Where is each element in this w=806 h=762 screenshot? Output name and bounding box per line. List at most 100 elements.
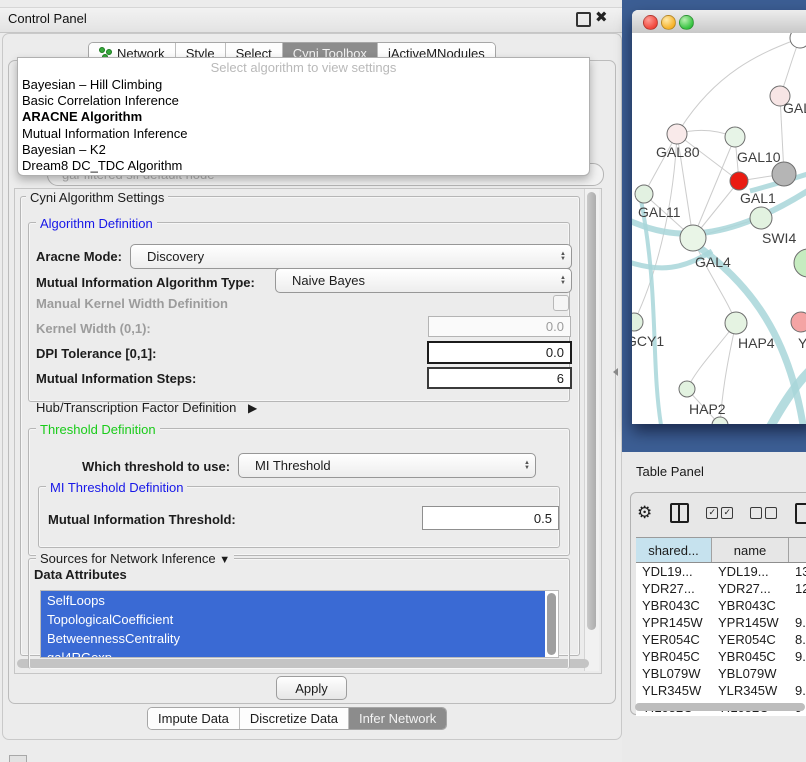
data-attributes-label: Data Attributes xyxy=(34,567,127,582)
mi-threshold-field[interactable]: 0.5 xyxy=(422,506,559,530)
node-label: GAL1 xyxy=(740,190,776,206)
table-cell: 9. xyxy=(789,648,806,665)
panel-splitter-handle[interactable] xyxy=(613,368,618,376)
table-cell: YDL19... xyxy=(636,563,712,580)
node-label: SWI4 xyxy=(762,230,796,246)
table-row[interactable]: YBR045CYBR045C9. xyxy=(636,648,806,665)
data-attributes-list[interactable]: SelfLoopsTopologicalCoefficientBetweenne… xyxy=(40,590,559,658)
attribute-list-item[interactable]: SelfLoops xyxy=(41,591,545,610)
tab-discretize-data[interactable]: Discretize Data xyxy=(240,708,349,729)
mi-type-combobox[interactable]: Naive Bayes ▲▼ xyxy=(275,268,572,293)
network-node[interactable] xyxy=(679,381,695,397)
table-cell: YDL19... xyxy=(712,563,789,580)
aracne-mode-combobox[interactable]: Discovery ▲▼ xyxy=(130,244,572,269)
node-label: GAL80 xyxy=(656,144,700,160)
table-cell: YBR043C xyxy=(636,597,712,614)
minimize-traffic-light-icon[interactable] xyxy=(661,15,676,30)
mi-threshold-label: Mutual Information Threshold: xyxy=(48,512,236,527)
node-label: GAL11 xyxy=(638,204,681,220)
table-column-header[interactable]: name xyxy=(712,538,789,562)
tab-impute-data[interactable]: Impute Data xyxy=(148,708,240,729)
network-node[interactable] xyxy=(791,312,806,332)
network-node[interactable] xyxy=(680,225,706,251)
hub-definition-expander[interactable]: Hub/Transcription Factor Definition ▶ xyxy=(36,400,257,415)
network-node[interactable] xyxy=(790,33,806,48)
which-threshold-combobox[interactable]: MI Threshold ▲▼ xyxy=(238,453,536,478)
settings-vertical-scrollbar[interactable] xyxy=(584,189,599,671)
network-canvas[interactable]: GALGAL80GAL10GAL1SWI4GAL11GAL4GCY1HAP4YH… xyxy=(632,33,806,424)
close-icon[interactable]: ✖ xyxy=(595,8,608,26)
dock-icon[interactable] xyxy=(9,755,27,762)
dropdown-item[interactable]: Dream8 DC_TDC Algorithm xyxy=(18,158,589,174)
sources-expander[interactable]: Sources for Network Inference ▼ xyxy=(36,551,234,566)
table-cell: 8. xyxy=(789,631,806,648)
table-row[interactable]: YER054CYER054C8. xyxy=(636,631,806,648)
network-node[interactable] xyxy=(725,127,745,147)
node-label: Y xyxy=(798,335,806,351)
apply-button[interactable]: Apply xyxy=(276,676,347,700)
attributes-scrollbar[interactable] xyxy=(547,593,556,655)
dropdown-item[interactable]: Basic Correlation Inference xyxy=(18,93,589,109)
attribute-list-item[interactable]: gal4RGexp xyxy=(41,648,545,658)
gear-icon[interactable]: ⚙ xyxy=(637,503,652,523)
tab-infer-network[interactable]: Infer Network xyxy=(349,708,446,729)
node-table[interactable]: shared...name YDL19...YDL19...13YDR27...… xyxy=(636,537,806,716)
network-node[interactable] xyxy=(750,207,772,229)
mi-steps-label: Mutual Information Steps: xyxy=(36,371,196,386)
node-label: HAP4 xyxy=(738,335,775,351)
network-node[interactable] xyxy=(635,185,653,203)
table-column-header[interactable] xyxy=(789,538,806,562)
dropdown-item[interactable]: ARACNE Algorithm xyxy=(18,109,589,125)
dpi-tolerance-label: DPI Tolerance [0,1]: xyxy=(36,346,156,361)
network-node[interactable] xyxy=(772,162,796,186)
table-row[interactable]: YDR27...YDR27...12 xyxy=(636,580,806,597)
dpi-tolerance-field[interactable]: 0.0 xyxy=(427,341,572,364)
table-panel-container: ⚙ ✓✓ shared...name YDL19...YDL19...13YDR… xyxy=(630,492,806,715)
document-icon[interactable] xyxy=(795,503,806,524)
float-window-icon[interactable] xyxy=(576,12,591,27)
network-node[interactable] xyxy=(632,313,643,331)
table-row[interactable]: YPR145WYPR145W9. xyxy=(636,614,806,631)
network-graph: GALGAL80GAL10GAL1SWI4GAL11GAL4GCY1HAP4YH… xyxy=(632,33,806,424)
checked-columns-icon[interactable]: ✓✓ xyxy=(706,507,733,519)
table-column-header[interactable]: shared... xyxy=(636,538,712,562)
dropdown-item[interactable]: Mutual Information Inference xyxy=(18,126,589,142)
network-node[interactable] xyxy=(725,312,747,334)
attribute-list-item[interactable]: BetweennessCentrality xyxy=(41,629,545,648)
table-cell: YER054C xyxy=(712,631,789,648)
network-node[interactable] xyxy=(730,172,748,190)
expander-collapsed-icon: ▶ xyxy=(248,401,257,415)
threshold-definition-title: Threshold Definition xyxy=(36,422,160,437)
table-cell: YBR045C xyxy=(712,648,789,665)
dropdown-item[interactable]: Bayesian – Hill Climbing xyxy=(18,77,589,93)
cyni-settings-group-title: Cyni Algorithm Settings xyxy=(26,190,168,205)
table-cell: 13 xyxy=(789,563,806,580)
node-label: GAL4 xyxy=(695,254,731,270)
table-row[interactable]: YDL19...YDL19...13 xyxy=(636,563,806,580)
table-cell: YBL079W xyxy=(636,665,712,682)
table-horizontal-scrollbar[interactable] xyxy=(635,703,805,711)
table-row[interactable]: YBL079WYBL079W xyxy=(636,665,806,682)
dropdown-placeholder: Select algorithm to view settings xyxy=(18,58,589,77)
attribute-list-item[interactable]: TopologicalCoefficient xyxy=(41,610,545,629)
dropdown-item[interactable]: Bayesian – K2 xyxy=(18,142,589,158)
table-cell: YDR27... xyxy=(712,580,789,597)
network-node[interactable] xyxy=(667,124,687,144)
zoom-traffic-light-icon[interactable] xyxy=(679,15,694,30)
manual-kernel-label: Manual Kernel Width Definition xyxy=(36,296,228,311)
mi-steps-field[interactable]: 6 xyxy=(427,367,572,389)
network-window-titlebar[interactable] xyxy=(632,10,806,34)
split-columns-icon[interactable] xyxy=(670,503,689,523)
network-node[interactable] xyxy=(712,417,728,424)
network-view-window[interactable]: GALGAL80GAL10GAL1SWI4GAL11GAL4GCY1HAP4YH… xyxy=(632,10,806,424)
table-toolbar: ⚙ ✓✓ xyxy=(637,501,806,525)
node-label: GAL xyxy=(783,100,806,116)
close-traffic-light-icon[interactable] xyxy=(643,15,658,30)
table-cell: YER054C xyxy=(636,631,712,648)
network-node[interactable] xyxy=(794,249,806,277)
manual-kernel-checkbox[interactable] xyxy=(553,295,569,311)
table-header-row: shared...name xyxy=(636,537,806,563)
table-row[interactable]: YLR345WYLR345W9. xyxy=(636,682,806,699)
unchecked-columns-icon[interactable] xyxy=(750,507,777,519)
table-row[interactable]: YBR043CYBR043C xyxy=(636,597,806,614)
